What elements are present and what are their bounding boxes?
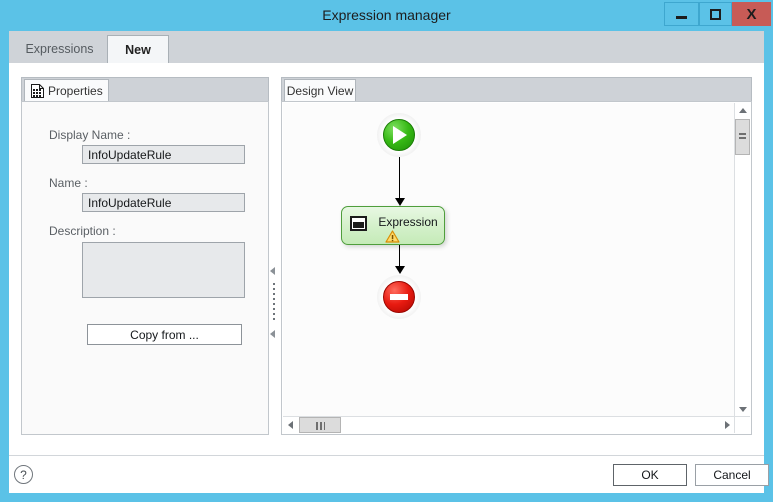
caret-left-icon <box>288 421 293 429</box>
design-view-body: Expression <box>281 101 752 435</box>
description-input[interactable] <box>82 242 245 298</box>
caret-down-icon <box>738 407 747 412</box>
tab-design-view-label: Design View <box>286 84 354 98</box>
name-input[interactable] <box>82 193 245 212</box>
arrowhead-icon <box>395 198 405 206</box>
close-icon: X <box>746 5 757 23</box>
close-button[interactable]: X <box>732 2 771 26</box>
ok-button[interactable]: OK <box>613 464 687 486</box>
flow-node-start[interactable] <box>377 113 421 157</box>
title-bar: Expression manager X <box>0 0 773 31</box>
vertical-scroll-thumb[interactable] <box>735 119 750 155</box>
maximize-icon <box>700 3 731 25</box>
grid-document-icon <box>31 84 44 98</box>
minimize-icon <box>665 3 698 25</box>
scroll-down-button[interactable] <box>735 402 750 417</box>
design-vertical-scrollbar[interactable] <box>734 103 750 417</box>
tab-new-label: New <box>125 42 151 57</box>
design-horizontal-scrollbar[interactable] <box>283 416 735 433</box>
scroll-left-button[interactable] <box>283 417 298 433</box>
tab-expressions-label: Expressions <box>25 42 94 56</box>
splitter-collapse-top-icon[interactable] <box>270 267 275 275</box>
tab-properties[interactable]: Properties <box>24 79 109 102</box>
copy-from-button[interactable]: Copy from ... <box>87 324 242 345</box>
splitter-collapse-bottom-icon[interactable] <box>270 330 275 338</box>
expression-icon <box>350 216 367 231</box>
display-name-input[interactable] <box>82 145 245 164</box>
design-tab-header: Design View <box>281 77 752 102</box>
arrowhead-icon <box>395 266 405 274</box>
help-icon[interactable]: ? <box>14 465 33 484</box>
dialog-content: Properties Display Name : Name : Descrip… <box>9 63 764 455</box>
maximize-button[interactable] <box>699 2 732 26</box>
play-icon <box>393 126 407 144</box>
tab-design-view[interactable]: Design View <box>284 79 356 102</box>
description-label: Description : <box>49 224 116 238</box>
tab-properties-label: Properties <box>48 84 103 98</box>
flow-canvas[interactable]: Expression <box>283 103 735 417</box>
properties-tab-header: Properties <box>21 77 269 102</box>
design-panel: Design View Expression <box>281 77 752 435</box>
properties-panel: Properties Display Name : Name : Descrip… <box>21 77 269 435</box>
window-title: Expression manager <box>322 7 451 23</box>
flow-node-expression[interactable]: Expression <box>341 206 445 245</box>
flow-node-stop[interactable] <box>377 275 421 319</box>
scroll-thumb-grip <box>739 133 746 141</box>
scroll-up-button[interactable] <box>735 103 750 118</box>
properties-form: Display Name : Name : Description : Copy… <box>21 101 269 435</box>
name-label: Name : <box>49 176 88 190</box>
caret-right-icon <box>725 421 730 429</box>
expression-manager-window: Expression manager X Expressions New Pro… <box>0 0 773 502</box>
tab-new[interactable]: New <box>107 35 169 63</box>
cancel-button[interactable]: Cancel <box>695 464 769 486</box>
caret-up-icon <box>738 108 747 113</box>
tab-expressions[interactable]: Expressions <box>12 35 107 63</box>
display-name-label: Display Name : <box>49 128 131 142</box>
minimize-button[interactable] <box>664 2 699 26</box>
scroll-right-button[interactable] <box>720 417 735 433</box>
stop-bar-icon <box>390 294 408 300</box>
splitter-grip[interactable] <box>273 283 275 323</box>
flow-node-expression-label: Expression <box>378 215 438 229</box>
warning-triangle-icon <box>385 230 400 243</box>
scrollbar-corner <box>734 416 750 433</box>
scroll-thumb-grip <box>316 422 325 430</box>
main-tab-strip: Expressions New <box>9 31 764 63</box>
horizontal-scroll-thumb[interactable] <box>299 417 341 433</box>
dialog-footer: ? OK Cancel <box>9 455 769 493</box>
